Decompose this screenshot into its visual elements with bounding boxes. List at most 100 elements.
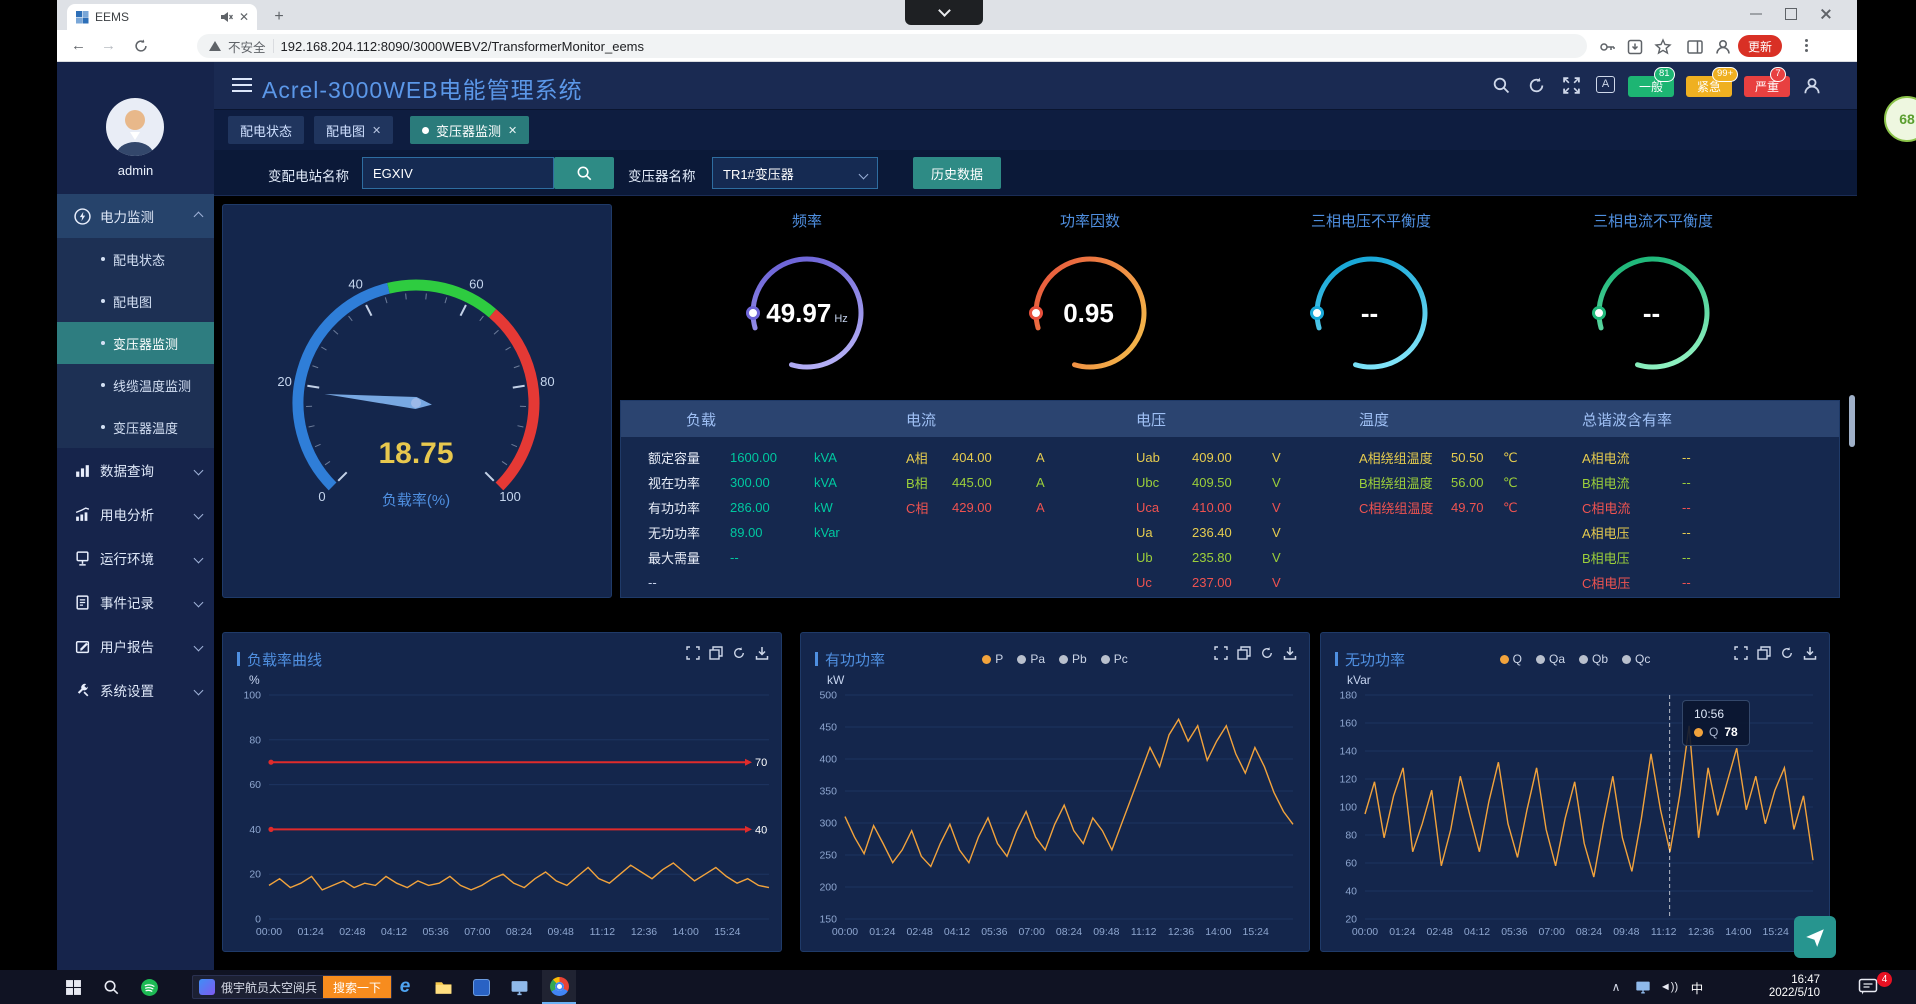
overlay-counter-badge[interactable]: 68 [1884,96,1916,142]
close-icon[interactable]: ✕ [372,124,381,137]
file-explorer-icon[interactable] [428,970,458,1004]
address-bar[interactable]: 不安全 192.168.204.112:8090/3000WEBV2/Trans… [197,34,1587,58]
view-tab-transformer-monitoring[interactable]: 变压器监测✕ [410,116,529,144]
sidebar-item-transformer-monitoring[interactable]: 变压器监测 [57,322,214,364]
sidebar-item-distribution-diagram[interactable]: 配电图 [57,280,214,322]
alarm-urgent-button[interactable]: 紧急 99+ [1686,76,1732,97]
transformer-label: 变压器名称 [628,165,696,185]
taskbar-search-icon[interactable] [96,970,126,1004]
svg-text:450: 450 [819,722,837,734]
translate-icon[interactable]: A [1596,76,1615,93]
sidebar-item-transformer-temperature[interactable]: 变压器温度 [57,406,214,448]
view-tabs: 配电状态 配电图✕ 变压器监测✕ [214,110,1857,150]
svg-text:80: 80 [249,734,261,746]
send-icon [1804,926,1826,948]
svg-text:15:24: 15:24 [1763,926,1789,938]
chevron-down-icon [194,509,204,519]
svg-text:40: 40 [755,824,767,836]
station-search-button[interactable] [554,157,614,189]
sidebar-item-user-report[interactable]: 用户报告 [57,624,214,668]
svg-text:0: 0 [318,489,325,504]
user-icon[interactable] [1802,76,1822,96]
news-search-widget[interactable]: 俄宇航员太空阅兵 搜索一下 [192,975,392,999]
table-row: Uca410.00V [1136,495,1304,520]
window-close-button[interactable] [1820,8,1832,20]
new-tab-button[interactable]: + [269,7,289,27]
view-tab-distribution-status[interactable]: 配电状态 [228,116,304,144]
reload-icon[interactable] [133,38,149,54]
back-icon[interactable]: ← [71,37,86,54]
alarm-critical-button[interactable]: 严重 7 [1744,76,1790,97]
svg-text:05:36: 05:36 [981,926,1007,938]
sidebar-item-data-query[interactable]: 数据查询 [57,448,214,492]
tab-close-icon[interactable]: ✕ [239,10,249,24]
chrome-icon[interactable] [542,970,576,1004]
tray-expand-icon[interactable]: ∧ [1606,970,1626,1004]
table-row: Uc237.00V [1136,570,1304,595]
col-header-voltage: 电压 [1069,409,1293,430]
reactive-power-chart[interactable]: 2040608010012014016018000:0001:2402:4804… [1321,633,1831,953]
svg-text:12:36: 12:36 [631,926,657,938]
news-search-button[interactable]: 搜索一下 [323,976,391,998]
browser-tab[interactable]: EEMS ✕ [67,4,257,30]
search-icon[interactable] [1492,76,1511,95]
sidebar-item-event-log[interactable]: 事件记录 [57,580,214,624]
close-icon[interactable]: ✕ [508,124,517,137]
sidebar-item-operating-environment[interactable]: 运行环境 [57,536,214,580]
view-tab-distribution-diagram[interactable]: 配电图✕ [314,116,393,144]
browser-menu-icon[interactable] [1805,39,1808,42]
app-icon[interactable] [466,970,496,1004]
sidebar-item-distribution-status[interactable]: 配电状态 [57,238,214,280]
notification-center-icon[interactable]: 4 [1852,975,1886,999]
tooltip-time: 10:56 [1694,707,1738,721]
start-button[interactable] [58,970,88,1004]
scrollbar-thumb[interactable] [1849,395,1855,447]
sidebar-item-cable-temperature[interactable]: 线缆温度监测 [57,364,214,406]
recording-overlay[interactable] [905,0,983,25]
chat-float-button[interactable] [1794,916,1836,958]
side-panel-icon[interactable] [1686,38,1704,56]
tray-volume-icon[interactable]: ◄)) [1658,970,1680,1004]
transformer-select[interactable]: TR1#变压器 [712,157,878,189]
display-app-icon[interactable] [504,970,534,1004]
bookmark-star-icon[interactable] [1654,38,1672,56]
svg-text:80: 80 [1345,830,1357,842]
sidebar-item-power-monitoring[interactable]: 电力监测 [57,194,214,238]
fullscreen-icon[interactable] [1562,76,1581,95]
history-data-button[interactable]: 历史数据 [913,157,1001,189]
station-input[interactable]: EGXIV [362,157,554,189]
install-icon[interactable] [1626,38,1644,56]
window-maximize-button[interactable] [1785,8,1797,20]
load-rate-chart[interactable]: 02040608010000:0001:2402:4804:1205:3607:… [223,633,783,953]
password-key-icon[interactable] [1598,38,1616,56]
menu-toggle-icon[interactable] [232,78,252,92]
spotify-icon[interactable] [134,970,164,1004]
avatar[interactable] [106,98,164,156]
svg-text:0: 0 [255,914,261,926]
svg-text:07:00: 07:00 [1019,926,1045,938]
tray-display-icon[interactable] [1632,970,1654,1004]
tab-audio-icon[interactable] [219,10,233,24]
ring-gauge-current-unbalance: 三相电流不平衡度 -- [1533,210,1773,400]
svg-text:60: 60 [469,276,483,291]
taskbar-clock[interactable]: 16:47 2022/5/10 [1769,974,1820,1000]
sidebar-item-power-analysis[interactable]: 用电分析 [57,492,214,536]
table-row: A相电压-- [1582,520,1742,545]
table-row: 有功功率286.00kW [648,495,845,520]
active-power-chart[interactable]: 15020025030035040045050000:0001:2402:480… [801,633,1311,953]
svg-text:80: 80 [540,374,554,389]
svg-text:08:24: 08:24 [1056,926,1082,938]
ime-indicator[interactable]: 中 [1686,970,1708,1004]
window-minimize-button[interactable] [1750,8,1762,20]
alarm-general-button[interactable]: 一般 81 [1628,76,1674,97]
svg-text:140: 140 [1339,746,1357,758]
svg-text:00:00: 00:00 [1352,926,1378,938]
refresh-icon[interactable] [1527,76,1546,95]
sidebar-item-system-settings[interactable]: 系统设置 [57,668,214,712]
table-row: A相404.00A [906,445,1069,470]
chevron-down-icon [859,170,869,180]
forward-icon[interactable]: → [101,37,116,54]
chrome-update-button[interactable]: 更新 [1738,35,1782,57]
profile-avatar-icon[interactable] [1714,38,1732,56]
ie-icon[interactable]: e [390,970,420,1004]
